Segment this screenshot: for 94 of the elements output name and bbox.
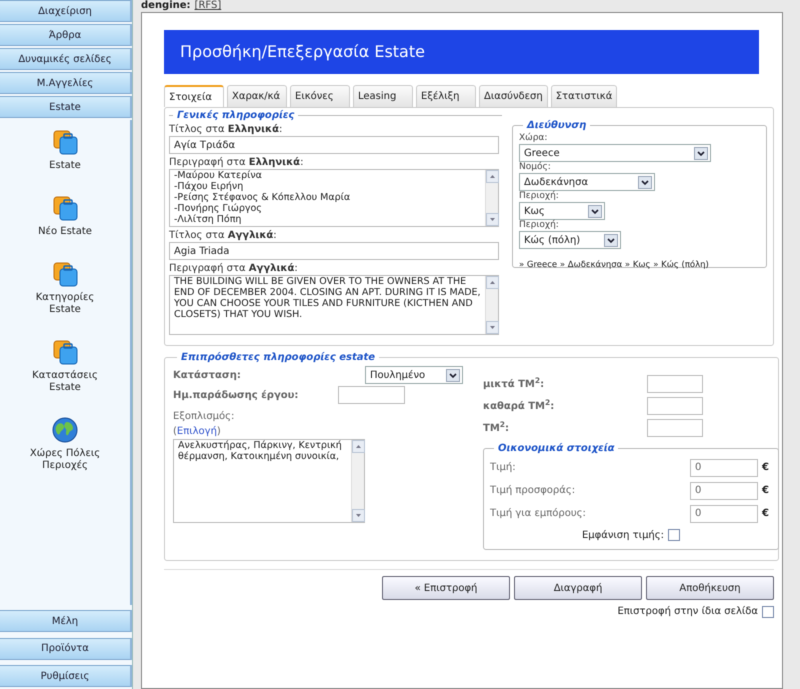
field-label: μικτά ΤΜ$^{2}$:	[483, 376, 544, 392]
field-label: Νομός:	[519, 162, 552, 173]
field-label: Περιοχή:	[519, 191, 560, 202]
tab[interactable]: Διασύνδεση	[479, 85, 548, 107]
tab[interactable]: Εικόνες	[290, 85, 350, 107]
address-path: » Greece » Δωδεκάνησα » Κως » Κώς (πόλη)	[519, 259, 710, 272]
input-field[interactable]: 0	[690, 482, 758, 500]
select-field[interactable]: Κως	[519, 202, 605, 220]
input-field[interactable]	[647, 397, 703, 415]
field-label: Τιμή:	[490, 461, 517, 475]
section-legend: Διεύθυνση	[523, 118, 590, 133]
section-legend: Επιπρόσθετες πληροφορίες estate	[177, 350, 380, 365]
input-field[interactable]: Agia Triada	[169, 242, 499, 260]
bracket-text: )	[216, 425, 221, 439]
sidebar-menu-button[interactable]: Προϊόντα	[0, 638, 132, 660]
sidebar-link[interactable]: Καταστάσεις Estate	[29, 370, 101, 394]
breadcrumb-link[interactable]: [RFS]	[194, 0, 222, 12]
sidebar-menu-button[interactable]: Μέλη	[0, 610, 132, 632]
section-legend: Οικονομικά στοιχεία	[494, 441, 618, 456]
field-label: Περιγραφή στα Ελληνικά:	[169, 156, 304, 169]
scroll-up-icon[interactable]	[352, 440, 365, 453]
action-button[interactable]: Αποθήκευση	[646, 576, 774, 600]
tab[interactable]: Leasing	[353, 85, 413, 107]
sidebar-menu-button[interactable]: Ρυθμίσεις	[0, 665, 132, 687]
scrollbar[interactable]	[485, 170, 498, 226]
scroll-up-icon[interactable]	[486, 170, 499, 183]
scrollbar[interactable]	[485, 276, 498, 334]
field-label: Περιοχή:	[519, 220, 560, 231]
tab[interactable]: Χαρακ/κά	[227, 85, 287, 107]
select-link[interactable]: Επιλογή	[176, 424, 217, 439]
briefcase-icon	[51, 128, 79, 156]
briefcase-icon	[51, 260, 79, 288]
chevron-down-icon[interactable]	[604, 234, 618, 246]
checkbox-label: Επιστροφή στην ίδια σελίδα	[617, 605, 758, 619]
field-label: Τιμή για εμπόρους:	[490, 507, 587, 521]
sidebar-menu-button[interactable]: Δυναμικές σελίδες	[0, 48, 132, 70]
textarea-field[interactable]: -Μαύρου Κατερίνα -Πάχου Ειρήνη -Ρείσης Στέφανος & Κόπελλου Μαρία -Πονήρης Γιώργος -Λιλίτση Πόπη	[169, 169, 499, 227]
tab[interactable]: Στοιχεία	[164, 85, 224, 107]
select-field[interactable]: Πουλημένο	[365, 366, 463, 384]
sidebar-link[interactable]: Νέο Estate	[29, 226, 101, 238]
checkbox[interactable]	[668, 529, 680, 541]
briefcase-icon	[51, 338, 79, 366]
input-field[interactable]	[338, 386, 405, 404]
select-field[interactable]: Δωδεκάνησα	[519, 173, 655, 191]
bracket-text: (	[173, 425, 177, 439]
scroll-down-icon[interactable]	[352, 509, 365, 522]
chevron-down-icon[interactable]	[446, 368, 460, 382]
field-label: καθαρά ΤΜ$^{2}$:	[483, 398, 554, 414]
currency-label: €	[762, 507, 769, 521]
sidebar-link[interactable]: Κατηγορίες Estate	[29, 292, 101, 316]
input-field[interactable]: Αγία Τριάδα	[169, 136, 499, 154]
sidebar-link[interactable]: Estate	[29, 160, 101, 172]
field-label: Τίτλος στα Αγγλικά:	[169, 229, 278, 242]
sidebar-menu-button[interactable]: Διαχείριση	[0, 0, 132, 22]
tab[interactable]: Στατιστικά	[550, 85, 618, 107]
field-label: Εξοπλισμός:	[173, 410, 236, 424]
field-label: Ημ.παράδωσης έργου:	[173, 388, 300, 402]
currency-label: €	[762, 461, 769, 475]
chevron-down-icon[interactable]	[694, 146, 708, 160]
scroll-down-icon[interactable]	[486, 321, 499, 334]
currency-label: €	[762, 484, 769, 498]
sidebar-menu-button[interactable]: Μ.Αγγελίες	[0, 72, 132, 94]
sidebar-link[interactable]: Χώρες Πόλεις Περιοχές	[29, 448, 101, 472]
input-field[interactable]	[647, 375, 703, 393]
field-label: Τιμή προσφοράς:	[490, 484, 576, 498]
action-button[interactable]: Διαγραφή	[514, 576, 642, 600]
page-title: Προσθήκη/Επεξεργασία Estate	[180, 41, 425, 63]
scroll-up-icon[interactable]	[486, 276, 499, 289]
scrollbar[interactable]	[351, 440, 364, 522]
scroll-down-icon[interactable]	[486, 213, 499, 226]
select-field[interactable]: Greece	[519, 144, 711, 162]
textarea-field[interactable]: Ανελκυστήρας, Πάρκινγ, Κεντρική θέρμανση, Κατοικημένη συνοικία,	[173, 439, 365, 523]
field-label: Κατάσταση:	[173, 368, 241, 382]
select-field[interactable]: Κώς (πόλη)	[519, 231, 621, 249]
field-label: Χώρα:	[519, 133, 548, 144]
chevron-down-icon[interactable]	[638, 176, 652, 188]
section-legend: Γενικές πληροφορίες	[173, 108, 298, 123]
briefcase-icon	[51, 194, 79, 222]
sidebar-menu-button[interactable]: Άρθρα	[0, 24, 132, 46]
checkbox[interactable]	[762, 606, 774, 618]
input-field[interactable]: 0	[690, 504, 758, 522]
action-button[interactable]: « Επιστροφή	[382, 576, 510, 600]
sidebar-menu-button[interactable]: Estate	[0, 96, 132, 118]
field-label: Περιγραφή στα Αγγλικά:	[169, 262, 299, 275]
input-field[interactable]	[647, 419, 703, 437]
globe-icon	[51, 416, 79, 444]
textarea-field[interactable]: THE BUILDING WILL BE GIVEN OVER TO THE OWNERS AT THE END OF DECEMBER 2004. CLOSING AN APT. DURING IT IS MADE, YOU CAN CHOOSE YOUR TILES AND FURNITURE (KICTHEN AND CLOSETS) THAT YOU WISH.	[169, 275, 499, 335]
input-field[interactable]: 0	[690, 458, 758, 476]
breadcrumb-label: dengine:	[141, 0, 191, 12]
field-label: Τίτλος στα Ελληνικά:	[169, 123, 284, 136]
field-label: ΤΜ$^{2}$:	[483, 420, 509, 436]
checkbox-label: Εμφάνιση τιμής:	[582, 528, 664, 542]
chevron-down-icon[interactable]	[588, 204, 602, 218]
tab[interactable]: Εξέλιξη	[416, 85, 476, 107]
